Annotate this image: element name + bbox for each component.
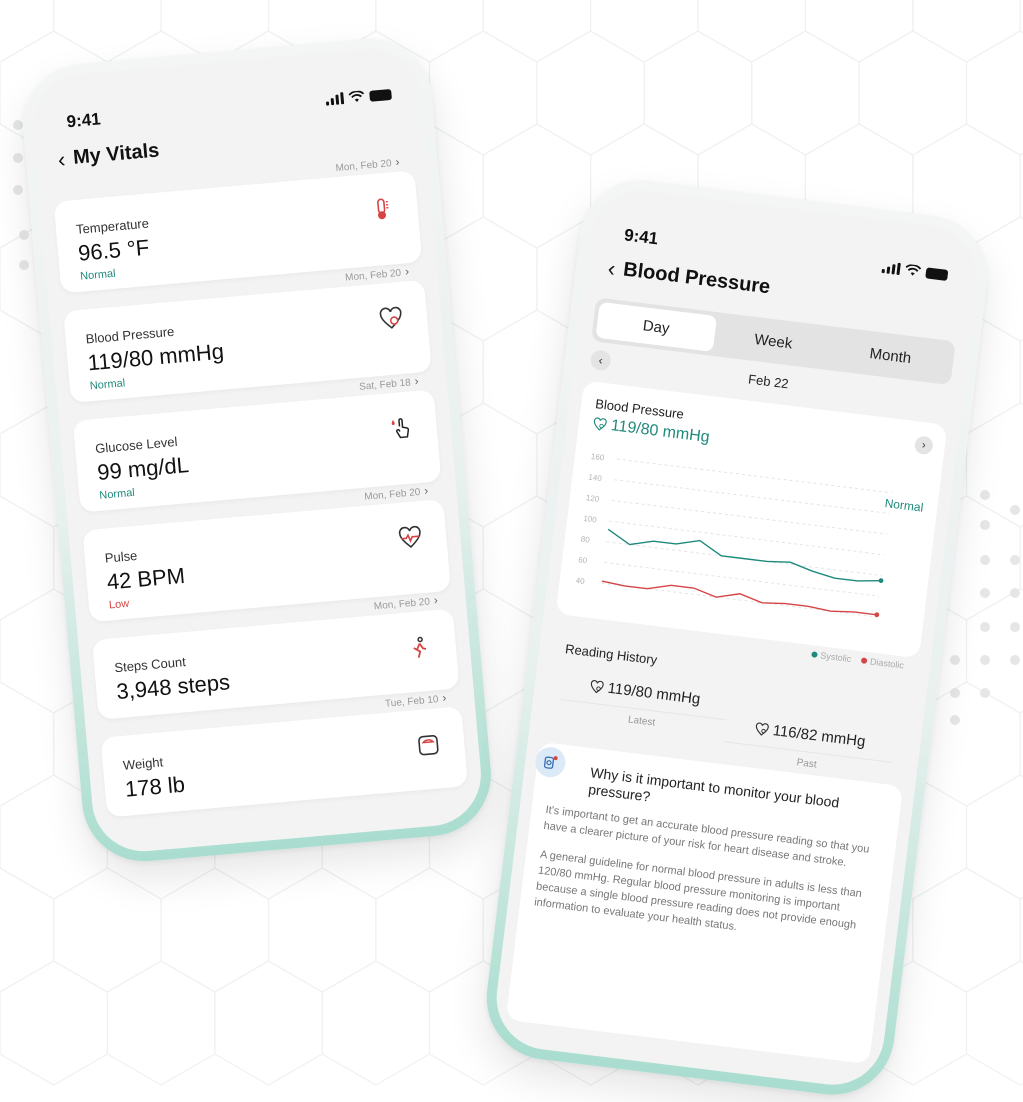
- y-tick-label: 140: [588, 473, 603, 484]
- wifi-icon: [348, 90, 365, 102]
- walking-icon: [407, 635, 433, 661]
- signal-icon: [325, 92, 345, 106]
- vital-date: Mon, Feb 20 ›: [335, 154, 401, 175]
- vitals-screen: 9:41 ‹ My Vitals Mon, Feb 20 › Temperature…: [28, 44, 486, 856]
- y-tick-label: 100: [583, 514, 598, 525]
- past-value: 116/82 mmHg: [771, 722, 867, 751]
- gridline: [611, 499, 887, 535]
- heart-gauge-icon: [590, 679, 604, 693]
- gridline: [604, 561, 880, 597]
- thermometer-icon: [368, 196, 394, 222]
- info-card: Why is it important to monitor your bloo…: [505, 741, 904, 1065]
- scale-icon: [415, 732, 441, 758]
- series-line-systolic: [607, 528, 882, 582]
- chevron-right-icon[interactable]: ›: [404, 264, 409, 278]
- wifi-icon: [905, 264, 922, 276]
- back-icon[interactable]: ‹: [57, 146, 66, 172]
- y-tick-label: 80: [580, 535, 590, 545]
- latest-value: 119/80 mmHg: [606, 679, 702, 708]
- chevron-right-icon[interactable]: ›: [395, 155, 400, 169]
- bp-monitor-icon: [533, 745, 568, 779]
- latest-point-systolic: [878, 578, 884, 584]
- heart-gauge-icon: [378, 306, 404, 332]
- y-tick-label: 160: [590, 452, 605, 463]
- chevron-right-icon[interactable]: ›: [414, 374, 419, 388]
- heart-gauge-icon: [755, 721, 769, 736]
- current-date: Feb 22: [747, 371, 790, 391]
- chevron-right-icon[interactable]: ›: [442, 690, 447, 704]
- page-title: My Vitals: [72, 139, 161, 169]
- vitals-list: Mon, Feb 20 › Temperature 96.5 °F Normal Mon,…: [53, 155, 470, 835]
- page-title: Blood Pressure: [621, 258, 772, 299]
- latest-point-diastolic: [874, 612, 880, 618]
- tab-day[interactable]: Day: [595, 301, 718, 352]
- heart-pulse-icon: [397, 525, 423, 551]
- status-time: 9:41: [65, 109, 102, 132]
- status-time: 9:41: [623, 225, 660, 249]
- signal-icon: [881, 261, 901, 276]
- phone-my-vitals: 9:41 ‹ My Vitals Mon, Feb 20 › Temperature…: [17, 33, 497, 867]
- chevron-right-icon[interactable]: ›: [424, 483, 429, 497]
- gridline: [614, 479, 890, 514]
- y-tick-label: 40: [575, 576, 585, 586]
- tab-month[interactable]: Month: [830, 331, 952, 381]
- y-tick-label: 60: [578, 555, 588, 565]
- gridline: [609, 520, 885, 556]
- chevron-right-icon[interactable]: ›: [433, 593, 438, 607]
- back-icon[interactable]: ‹: [607, 255, 617, 281]
- heart-gauge-icon: [593, 417, 607, 431]
- prev-date-button[interactable]: ‹: [589, 349, 612, 372]
- battery-icon: [369, 88, 392, 102]
- series-line-diastolic: [601, 580, 877, 616]
- tab-week[interactable]: Week: [713, 316, 835, 366]
- bp-line-chart: 160 140 120 100 80 60 40: [575, 452, 892, 618]
- battery-icon: [925, 266, 949, 281]
- vital-card-weight[interactable]: Tue, Feb 10 › Weight 178 lb: [100, 690, 469, 818]
- y-tick-label: 120: [585, 493, 600, 504]
- finger-drop-icon: [388, 415, 414, 441]
- bp-chart-card: Blood Pressure 119/80 mmHg › Normal 160 1…: [555, 380, 948, 671]
